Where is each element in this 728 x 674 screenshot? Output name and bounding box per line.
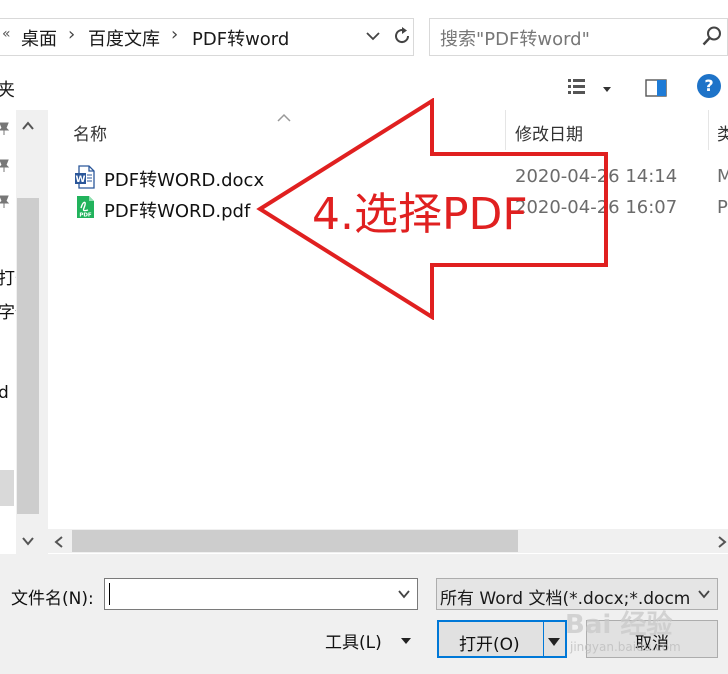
- address-dropdown-icon[interactable]: [364, 27, 382, 50]
- pin-icon: [0, 157, 10, 177]
- refresh-icon[interactable]: [391, 24, 413, 53]
- help-button[interactable]: ?: [697, 74, 721, 98]
- chevron-down-icon[interactable]: [21, 533, 35, 553]
- breadcrumb-separator[interactable]: ›: [171, 24, 178, 45]
- chevron-up-icon[interactable]: [21, 118, 35, 138]
- column-divider[interactable]: [708, 110, 709, 150]
- file-type: P: [717, 197, 728, 218]
- pdf-doc-icon: PDF: [74, 195, 96, 224]
- file-name[interactable]: PDF转WORD.docx: [104, 166, 264, 192]
- file-type: M: [717, 166, 728, 187]
- annotation-text: 4.选择PDF: [312, 189, 528, 240]
- nav-scrollbar-thumb[interactable]: [17, 198, 39, 514]
- nav-item-word[interactable]: d: [0, 383, 9, 403]
- text-cursor: [109, 583, 110, 605]
- open-dropdown-icon[interactable]: [547, 633, 561, 653]
- breadcrumb-pdf-to-word[interactable]: PDF转word: [192, 25, 289, 51]
- file-name[interactable]: PDF转WORD.pdf: [104, 197, 250, 223]
- breadcrumb-desktop[interactable]: 桌面: [21, 25, 57, 51]
- tools-dropdown-icon[interactable]: [400, 632, 412, 652]
- word-doc-icon: W: [74, 165, 96, 194]
- horizontal-scrollbar-thumb[interactable]: [72, 530, 518, 552]
- new-folder-label[interactable]: 夹: [0, 76, 15, 102]
- svg-text:W: W: [76, 175, 86, 185]
- pdf-icon-label: PDF: [79, 213, 92, 219]
- filename-label: 文件名(N):: [11, 589, 94, 609]
- column-header-name[interactable]: 名称: [73, 120, 107, 145]
- breadcrumb-overflow[interactable]: «: [2, 26, 11, 42]
- nav-selected-item[interactable]: [0, 470, 14, 506]
- search-icon[interactable]: [701, 25, 723, 52]
- view-dropdown-icon[interactable]: [601, 80, 613, 100]
- breadcrumb-separator[interactable]: ›: [68, 24, 75, 45]
- watermark-url: jingyan.baidu.com: [570, 640, 681, 654]
- search-placeholder: 搜索"PDF转word": [440, 29, 590, 50]
- pin-icon: [0, 120, 10, 140]
- filename-input[interactable]: [104, 578, 418, 610]
- chevron-left-icon[interactable]: [52, 534, 66, 554]
- filetype-dropdown-icon[interactable]: [691, 579, 717, 609]
- preview-pane-icon[interactable]: [645, 78, 667, 103]
- tools-button[interactable]: 工具(L): [325, 628, 382, 653]
- pin-icon: [0, 193, 10, 213]
- breadcrumb-baidu-wenku[interactable]: 百度文库: [88, 25, 160, 51]
- chevron-right-icon[interactable]: [716, 534, 728, 554]
- watermark-logo: Bai 经验: [565, 610, 673, 640]
- filename-dropdown-icon[interactable]: [396, 586, 412, 607]
- column-header-type[interactable]: 类: [717, 120, 728, 145]
- open-button-label: 打开(O): [459, 635, 520, 655]
- open-button[interactable]: 打开(O): [437, 620, 567, 658]
- open-split-divider: [543, 622, 544, 656]
